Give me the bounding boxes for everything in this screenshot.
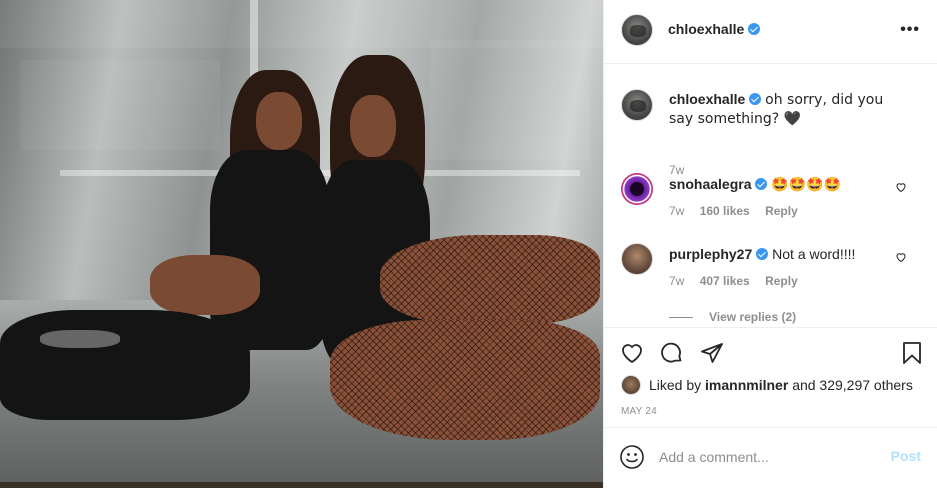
post-photo[interactable]: [0, 0, 603, 488]
comment-reply-button[interactable]: Reply: [765, 274, 798, 288]
view-replies-line: [669, 316, 693, 318]
comment-avatar[interactable]: [621, 173, 653, 205]
bookmark-icon[interactable]: [900, 341, 924, 365]
author-username-row: chloexhalle: [668, 21, 761, 37]
comment-username[interactable]: snohaalegra: [669, 176, 751, 192]
caption-text-block: chloexhalle oh sorry, did you say someth…: [669, 90, 909, 128]
view-replies-button[interactable]: View replies (2): [669, 310, 796, 324]
verified-badge-icon: [756, 248, 769, 260]
caption-username[interactable]: chloexhalle: [669, 91, 745, 107]
post-header: chloexhalle •••: [604, 0, 937, 64]
liked-by-prefix: Liked by: [649, 377, 702, 393]
heart-icon[interactable]: [620, 341, 644, 365]
verified-badge-icon: [749, 93, 762, 105]
comment-age[interactable]: 7w: [669, 204, 684, 218]
more-options-icon[interactable]: •••: [900, 22, 920, 38]
comment-text-block: snohaalegra 🤩🤩🤩🤩: [669, 175, 899, 194]
comment-username[interactable]: purplephy27: [669, 246, 752, 262]
author-avatar[interactable]: [621, 14, 653, 46]
verified-badge-icon: [755, 178, 768, 190]
comment-likes[interactable]: 160 likes: [700, 204, 750, 218]
comment-icon[interactable]: [660, 341, 684, 365]
comment-heart-icon[interactable]: [895, 181, 907, 193]
comment-avatar[interactable]: [621, 243, 653, 275]
post-actions: Liked by imannmilner and 329,297 others …: [604, 327, 937, 427]
liker-avatar[interactable]: [621, 375, 641, 395]
liked-by-user[interactable]: imannmilner: [705, 377, 788, 393]
caption-author-avatar[interactable]: [621, 89, 653, 121]
view-replies-label: View replies (2): [709, 310, 797, 324]
comments-section: chloexhalle oh sorry, did you say someth…: [604, 65, 937, 327]
post-comment-button[interactable]: Post: [891, 448, 921, 464]
comment-input[interactable]: [659, 445, 879, 469]
liked-by-count[interactable]: and 329,297 others: [792, 377, 913, 393]
paper-plane-icon[interactable]: [700, 341, 724, 365]
post-side-panel: chloexhalle ••• chloexhalle oh sorry, di…: [603, 0, 937, 488]
comment-text: 🤩🤩🤩🤩: [771, 177, 842, 193]
liked-by-row: Liked by imannmilner and 329,297 others: [621, 375, 913, 395]
emoji-icon[interactable]: [619, 444, 645, 470]
comment-text: Not a word!!!!: [772, 246, 856, 262]
comment-heart-icon[interactable]: [895, 251, 907, 263]
verified-badge-icon: [748, 23, 761, 35]
author-username[interactable]: chloexhalle: [668, 21, 744, 37]
comment-meta: 7w 160 likes Reply: [669, 204, 810, 218]
comment-reply-button[interactable]: Reply: [765, 204, 798, 218]
comment-age[interactable]: 7w: [669, 274, 684, 288]
add-comment-bar: Post: [604, 427, 937, 488]
comment-text-block: purplephy27 Not a word!!!!: [669, 245, 899, 263]
comment-meta: 7w 407 likes Reply: [669, 274, 810, 288]
comment-likes[interactable]: 407 likes: [700, 274, 750, 288]
post-date[interactable]: MAY 24: [621, 406, 657, 417]
